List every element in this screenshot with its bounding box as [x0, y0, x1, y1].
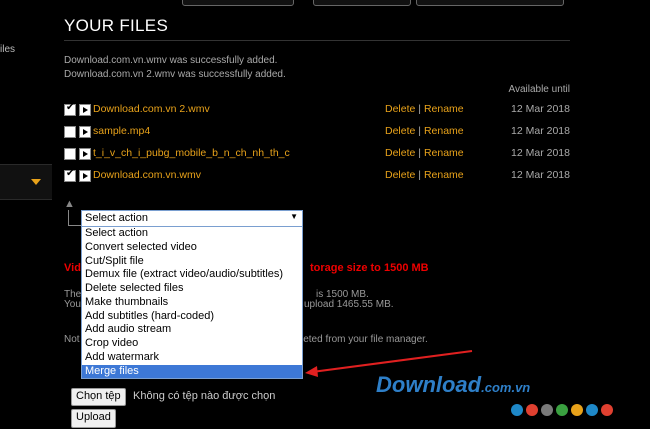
watermark-dot	[571, 404, 583, 416]
watermark-dot	[556, 404, 568, 416]
watermark-dot	[601, 404, 613, 416]
annotation-arrow	[305, 350, 473, 377]
watermark-text: Download	[376, 372, 482, 397]
watermark-dot	[541, 404, 553, 416]
upload-button[interactable]: Upload	[71, 409, 116, 428]
watermark-suffix: .com.vn	[481, 380, 531, 395]
file-input-status: Không có tệp nào được chọn	[133, 390, 276, 402]
watermark-logo: Download.com.vn	[376, 372, 530, 398]
watermark-dot	[511, 404, 523, 416]
watermark-dot	[526, 404, 538, 416]
choose-file-button[interactable]: Chọn tệp	[71, 388, 126, 406]
watermark-dot	[586, 404, 598, 416]
watermark-dots	[511, 404, 616, 419]
